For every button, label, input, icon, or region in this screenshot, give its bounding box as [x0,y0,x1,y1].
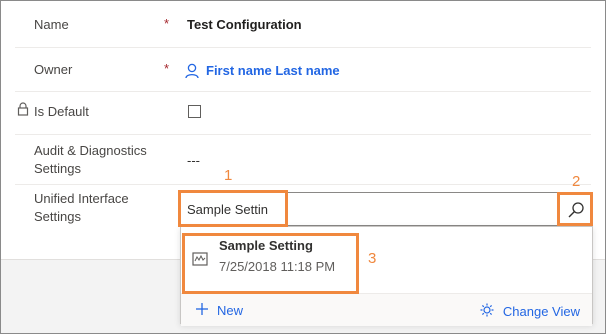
annotation-number-1: 1 [224,167,233,184]
is-default-checkbox[interactable] [188,105,201,118]
owner-link[interactable]: First name Last name [206,62,340,80]
form-panel: Name * Test Configuration Owner * First … [0,0,606,334]
annotation-number-2: 2 [572,173,581,190]
audit-label-line2: Settings [34,161,81,176]
uis-label-line1: Unified Interface [34,191,129,206]
owner-required-marker: * [164,61,170,76]
owner-label: Owner [34,62,73,77]
divider [15,91,591,92]
person-icon [185,63,199,84]
search-button[interactable] [564,198,588,222]
divider [15,134,591,135]
lookup-search-box [180,192,593,226]
annotation-number-3: 3 [368,250,377,267]
lookup-search-input[interactable] [187,200,487,218]
name-required-marker: * [164,16,170,31]
result-subtitle: 7/25/2018 11:18 PM [219,259,336,274]
change-view-label: Change View [502,304,580,319]
audit-label-line1: Audit & Diagnostics [34,143,147,158]
divider [15,184,591,185]
lock-icon [17,102,29,121]
result-title: Sample Setting [219,238,313,253]
new-label: New [217,303,244,318]
audit-value[interactable]: --- [187,152,200,170]
change-view-button[interactable]: Change View [479,302,580,321]
record-icon [192,251,208,272]
lookup-result-item[interactable]: Sample Setting 7/25/2018 11:18 PM [181,233,361,283]
is-default-label: Is Default [34,104,89,119]
divider [15,47,591,48]
uis-label-line2: Settings [34,209,81,224]
new-record-button[interactable]: New [195,302,243,319]
lookup-footer: New Change View [181,293,592,326]
search-icon [564,202,588,226]
name-label: Name [34,17,69,32]
plus-icon [195,302,209,319]
lookup-dropdown: Sample Setting 7/25/2018 11:18 PM New Ch… [180,226,593,326]
change-view-icon [479,302,495,321]
name-value[interactable]: Test Configuration [187,16,302,34]
